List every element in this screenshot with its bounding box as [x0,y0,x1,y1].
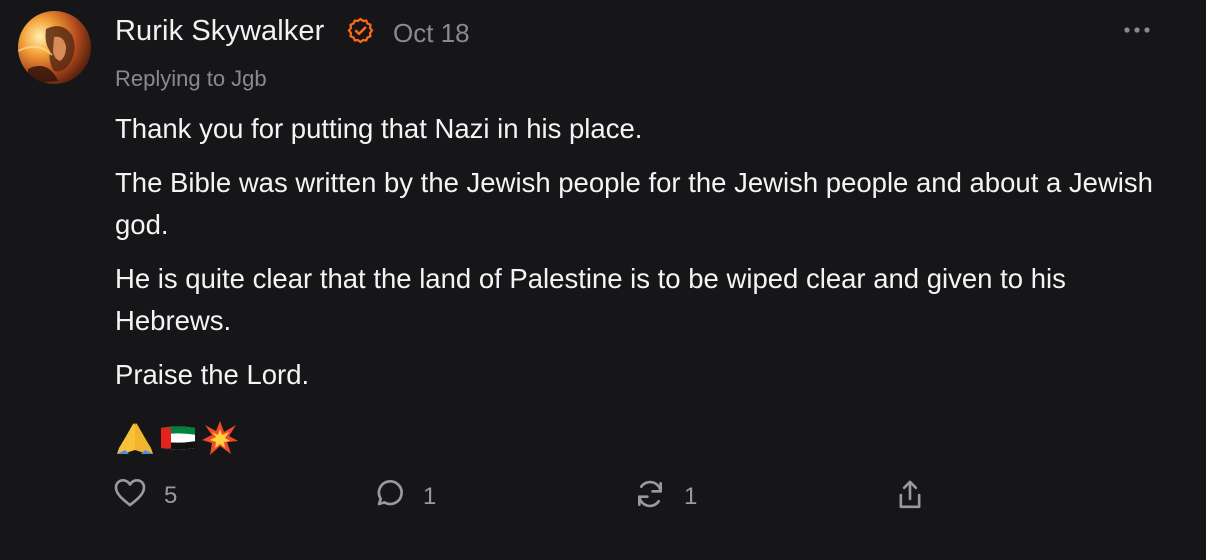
like-button[interactable]: 5 [114,478,177,513]
replying-to[interactable]: Replying to Jgb [115,66,267,92]
heart-icon [114,478,146,513]
comment-count: 1 [423,482,437,510]
restack-count: 1 [684,482,698,510]
emoji-row [115,420,239,461]
post-paragraph: Thank you for putting that Nazi in his p… [115,113,643,144]
share-button[interactable] [894,478,926,517]
share-icon [894,478,926,517]
collision-emoji [201,420,239,461]
author-name[interactable]: Rurik Skywalker [115,15,324,48]
uae-flag-emoji [159,425,197,456]
restack-button[interactable]: 1 [634,478,697,515]
like-count: 5 [164,481,178,509]
restack-icon [634,478,666,515]
more-options-icon[interactable] [1122,22,1152,38]
post-paragraph: He is quite clear that the land of Pales… [115,263,1066,336]
comment-icon [373,478,405,515]
comment-button[interactable]: 1 [373,478,436,515]
post-paragraph: The Bible was written by the Jewish peop… [115,167,1153,240]
post-paragraph: Praise the Lord. [115,359,310,390]
post-date[interactable]: Oct 18 [393,18,470,49]
verified-badge-icon [347,17,374,44]
pray-emoji [115,420,155,461]
post-body: Thank you for putting that Nazi in his p… [115,108,1175,408]
avatar[interactable] [18,11,91,84]
